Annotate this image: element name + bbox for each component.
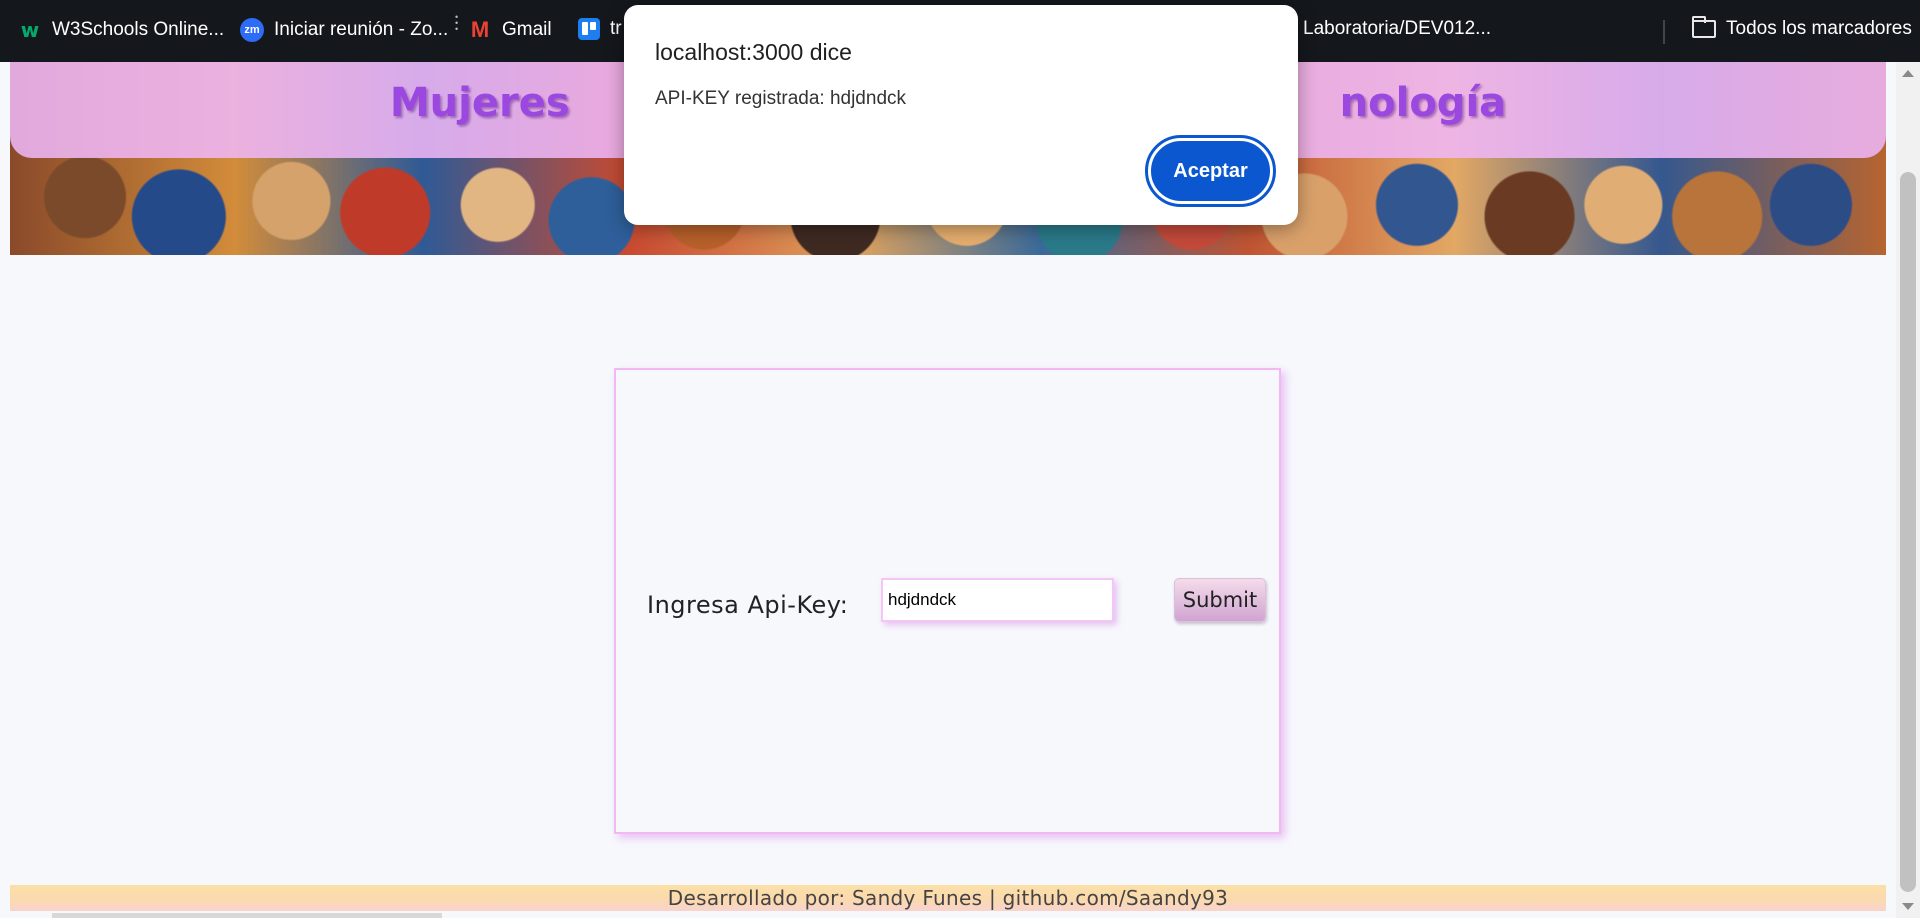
all-bookmarks-label: Todos los marcadores	[1726, 18, 1912, 39]
dialog-message: API-KEY registrada: hdjdndck	[655, 88, 907, 109]
alert-dialog: localhost:3000 dice API-KEY registrada: …	[624, 5, 1298, 225]
api-key-form: Ingresa Api-Key: Submit	[614, 368, 1281, 834]
w3schools-icon: w	[20, 18, 40, 42]
page-title-right: nología	[1339, 80, 1507, 126]
page-title-left: Mujeres	[389, 80, 570, 126]
zoom-icon: zm	[240, 18, 264, 42]
footer: Desarrollado por: Sandy Funes | github.c…	[10, 885, 1886, 911]
bookmark-label: Iniciar reunión - Zo...	[274, 19, 449, 40]
scroll-down-arrow-icon[interactable]	[1902, 903, 1914, 910]
bookmark-zoom[interactable]: zm Iniciar reunión - Zo...	[240, 18, 448, 42]
bookmark-label: tr	[610, 18, 622, 39]
bookmark-label: Gmail	[502, 19, 552, 40]
api-key-input[interactable]	[881, 578, 1114, 622]
scroll-thumb[interactable]	[1900, 172, 1916, 892]
bookmark-label: W3Schools Online...	[52, 19, 225, 40]
accept-button[interactable]: Aceptar	[1145, 135, 1276, 207]
submit-button[interactable]: Submit	[1174, 578, 1266, 622]
drag-dots-icon: • • •	[455, 12, 459, 34]
folder-icon	[1692, 16, 1716, 38]
bookmark-label: Laboratoria/DEV012...	[1303, 18, 1492, 39]
all-bookmarks-button[interactable]: Todos los marcadores	[1692, 16, 1912, 40]
gmail-icon: M	[470, 17, 490, 42]
dialog-title: localhost:3000 dice	[655, 39, 852, 65]
bookmark-laboratoria[interactable]: Laboratoria/DEV012...	[1303, 18, 1491, 40]
vertical-scrollbar[interactable]	[1896, 62, 1920, 918]
scroll-up-arrow-icon[interactable]	[1902, 70, 1914, 77]
bookmark-w3schools[interactable]: w W3Schools Online...	[18, 18, 224, 42]
api-key-label: Ingresa Api-Key:	[647, 591, 849, 619]
bookmark-gmail[interactable]: M Gmail	[468, 17, 552, 42]
bookmarks-separator	[1663, 20, 1665, 44]
bookmark-trello[interactable]: tr	[578, 18, 622, 40]
horizontal-scroll-indicator	[52, 913, 442, 918]
trello-icon	[578, 18, 600, 40]
